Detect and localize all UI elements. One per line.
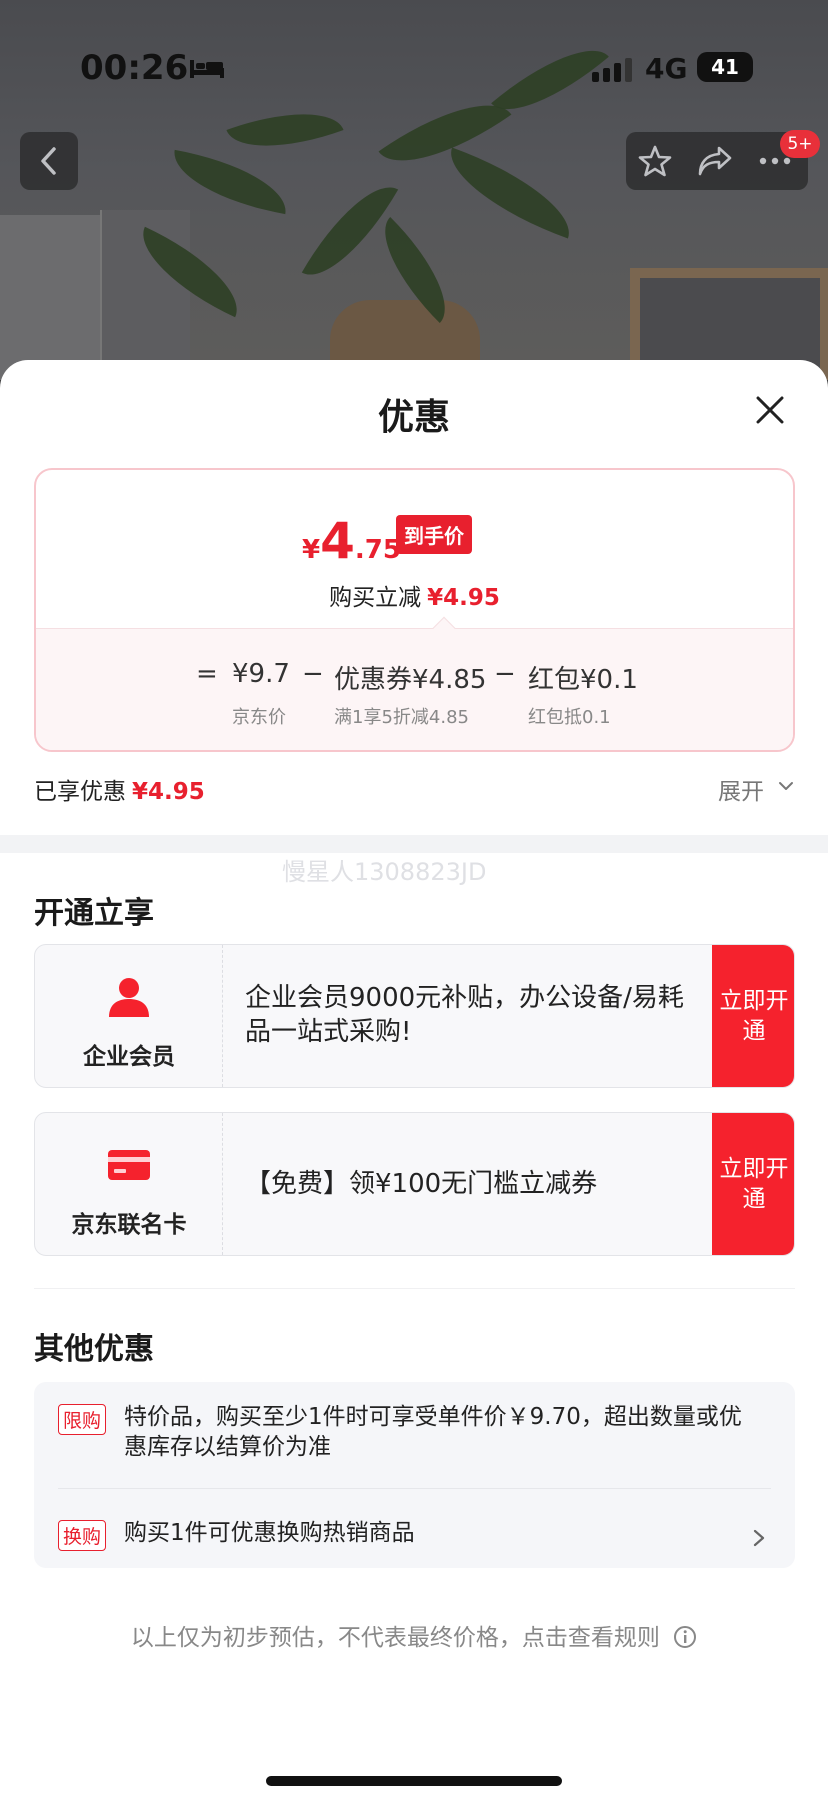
card-name: 京东联名卡 (71, 1212, 187, 1238)
card-left-panel: 京东联名卡 (35, 1113, 223, 1255)
watermark: 慢星人1308823JD (282, 858, 487, 886)
plant-leaf (167, 149, 293, 215)
credit-card-icon (108, 1150, 150, 1180)
jd-cobrand-card: 京东联名卡 【免费】领¥100无门槛立减券 立即开通 (34, 1112, 795, 1256)
open-now-button[interactable]: 立即开通 (712, 1113, 794, 1255)
plant-leaf (436, 147, 584, 239)
info-icon[interactable] (673, 1625, 697, 1649)
offer-text: 特价品，购买至少1件时可享受单件价￥9.70，超出数量或优惠库存以结算价为准 (124, 1404, 742, 1460)
other-offers-box: 限购 特价品，购买至少1件时可享受单件价￥9.70，超出数量或优惠库存以结算价为… (34, 1382, 795, 1568)
plant-leaf (301, 168, 399, 294)
purchase-reduction: 购买立减 ¥4.95 (36, 578, 793, 612)
open-now-button[interactable]: 立即开通 (712, 945, 794, 1087)
formula-minus: − (302, 659, 324, 689)
card-left-panel: 企业会员 (35, 945, 223, 1087)
footnote-text: 以上仅为初步预估，不代表最终价格，点击查看规则 (130, 1625, 660, 1651)
formula-equals: = (196, 659, 218, 689)
offer-separator (58, 1488, 771, 1489)
coupon-condition: 满1享5折减4.85 (334, 707, 469, 728)
final-price-decimal: .75 (354, 535, 401, 565)
close-icon[interactable] (750, 390, 790, 430)
currency-symbol: ¥ (302, 535, 321, 565)
card-description: 【免费】领¥100无门槛立减券 (245, 1169, 598, 1199)
final-price-area: ¥4.75 到手价 购买立减 ¥4.95 (36, 470, 793, 628)
open-section-title: 开通立享 (34, 896, 154, 931)
home-indicator (266, 1776, 562, 1786)
reduction-label: 购买立减 (329, 585, 422, 611)
other-section-title: 其他优惠 (34, 1332, 154, 1367)
enjoyed-label: 已享优惠 (34, 779, 126, 805)
card-name: 企业会员 (83, 1044, 175, 1070)
formula-minus: − (494, 659, 516, 689)
card-description: 企业会员9000元补贴，办公设备/易耗品一站式采购! (245, 983, 684, 1047)
sleep-focus-icon (190, 60, 224, 78)
expand-button[interactable]: 展开 (718, 772, 764, 806)
reduction-value: ¥4.95 (427, 585, 500, 611)
enterprise-member-card: 企业会员 企业会员9000元补贴，办公设备/易耗品一站式采购! 立即开通 (34, 944, 795, 1088)
red-packet-amount: 红包¥0.1 (528, 665, 638, 695)
enjoyed-value: ¥4.95 (132, 779, 205, 805)
favorite-star-icon[interactable] (626, 132, 684, 190)
offer-tag: 换购 (58, 1520, 107, 1551)
final-price-tag: 到手价 (396, 515, 472, 554)
cellular-signal-icon (592, 58, 632, 82)
back-arrow-icon (20, 132, 78, 190)
message-count-badge: 5+ (780, 130, 820, 158)
chevron-down-icon[interactable] (778, 778, 794, 794)
network-type: 4G (645, 52, 688, 85)
back-button[interactable] (20, 132, 78, 190)
section-divider (0, 835, 828, 853)
battery-indicator: 41 (697, 52, 753, 82)
sheet-title: 优惠 (377, 397, 450, 438)
rules-footnote[interactable]: 以上仅为初步预估，不代表最终价格，点击查看规则 (0, 1618, 828, 1652)
final-price: ¥4.75 (302, 512, 401, 570)
red-packet-label: 红包抵0.1 (528, 707, 611, 728)
offer-text: 购买1件可优惠换购热销商品 (124, 1520, 415, 1546)
coupon-amount: 优惠券¥4.85 (334, 665, 487, 695)
plant-leaf (226, 92, 344, 168)
price-formula-area: = ¥9.7 京东价 − 优惠券¥4.85 满1享5折减4.85 − 红包¥0.… (36, 628, 793, 750)
base-price: ¥9.7 (232, 659, 290, 689)
status-time: 00:26 (80, 48, 189, 88)
price-breakdown-card: ¥4.75 到手价 购买立减 ¥4.95 = ¥9.7 京东价 − 优惠券¥4.8… (34, 468, 795, 752)
chevron-right-icon[interactable] (752, 1528, 766, 1548)
enterprise-member-icon (109, 978, 149, 1017)
status-bar: 00:26 4G 41 (0, 44, 828, 92)
enjoyed-discount: 已享优惠 ¥4.95 (34, 772, 205, 806)
final-price-integer: 4 (320, 512, 355, 570)
discount-sheet: 优惠 ¥4.75 到手价 购买立减 ¥4.95 = ¥9.7 京东价 − 优惠券¥… (0, 360, 828, 1801)
base-price-label: 京东价 (232, 707, 286, 728)
section-divider (34, 1288, 795, 1289)
offer-tag: 限购 (58, 1404, 107, 1435)
share-icon[interactable] (686, 132, 744, 190)
